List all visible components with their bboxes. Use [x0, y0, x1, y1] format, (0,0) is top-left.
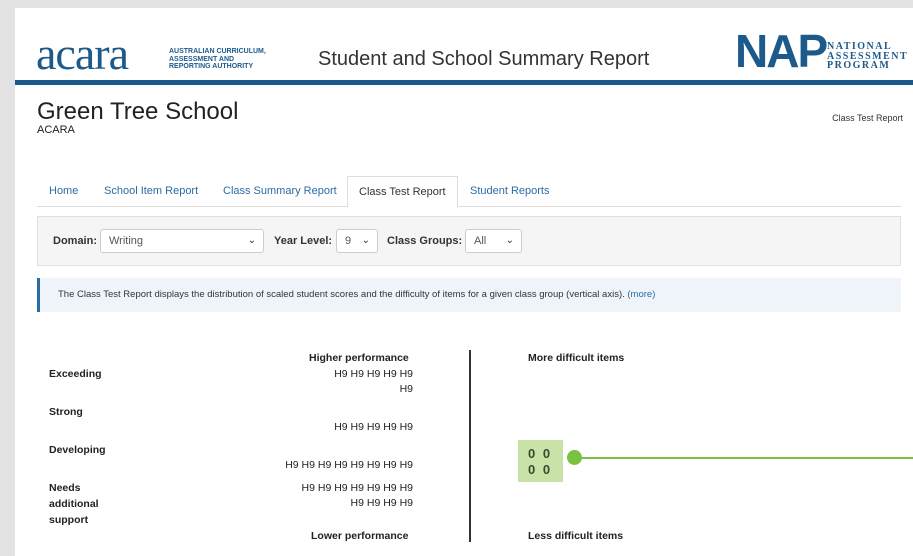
less-difficult-items-label: Less difficult items: [528, 530, 624, 542]
info-text: The Class Test Report displays the distr…: [58, 289, 625, 300]
breadcrumb: Class Test Report: [832, 113, 903, 123]
level-exceeding: Exceeding: [49, 368, 102, 380]
nap-sub-line: PROGRAM: [827, 60, 891, 71]
year-level-value: 9: [345, 235, 352, 247]
chevron-down-icon: ⌄: [505, 235, 514, 246]
year-level-select[interactable]: 9 ⌄: [336, 229, 378, 253]
class-groups-value: All: [474, 235, 487, 247]
level-line: Needs: [49, 482, 81, 494]
more-difficult-items-label: More difficult items: [528, 352, 625, 364]
class-groups-select[interactable]: All ⌄: [465, 229, 522, 253]
acara-logo-subtitle: AUSTRALIAN CURRICULUM, ASSESSMENT AND RE…: [169, 48, 266, 71]
item-marker-line: [580, 457, 913, 459]
lower-performance-label: Lower performance: [311, 530, 409, 542]
more-link[interactable]: (more): [627, 289, 655, 300]
acara-logo: acara: [36, 28, 129, 79]
report-tabs: Home School Item Report Class Summary Re…: [37, 176, 901, 208]
domain-value: Writing: [109, 235, 144, 247]
level-strong: Strong: [49, 406, 83, 418]
nap-logo: NAP: [735, 25, 828, 77]
score-row: H9 H9 H9 H9 H9: [334, 421, 413, 433]
score-row: H9 H9 H9 H9 H9 H9 H9: [301, 482, 413, 494]
domain-select[interactable]: Writing ⌄: [100, 229, 264, 253]
level-developing: Developing: [49, 444, 106, 456]
tab-school-item-report[interactable]: School Item Report: [104, 176, 198, 206]
report-title: Student and School Summary Report: [318, 48, 650, 70]
tab-student-reports[interactable]: Student Reports: [470, 176, 550, 206]
filter-bar: Domain: Writing ⌄ Year Level: 9 ⌄ Class …: [37, 216, 901, 266]
header-bar: acara AUSTRALIAN CURRICULUM, ASSESSMENT …: [15, 8, 913, 85]
acara-sub-line: AUSTRALIAN CURRICULUM,: [169, 48, 266, 55]
nap-logo-subtitle: NATIONAL ASSESSMENT PROGRAM: [827, 42, 908, 71]
tab-home[interactable]: Home: [49, 176, 78, 206]
acara-sub-line: ASSESSMENT AND: [169, 55, 235, 63]
higher-performance-label: Higher performance: [309, 352, 409, 364]
report-page: acara AUSTRALIAN CURRICULUM, ASSESSMENT …: [15, 8, 913, 556]
level-line: additional: [49, 498, 99, 510]
tab-class-test-report[interactable]: Class Test Report: [347, 176, 458, 208]
chevron-down-icon: ⌄: [247, 235, 256, 246]
score-row: H9 H9 H9 H9 H9: [334, 368, 413, 380]
score-row: H9: [399, 383, 413, 395]
tab-class-summary-report[interactable]: Class Summary Report: [223, 176, 337, 206]
chevron-down-icon: ⌄: [361, 235, 370, 246]
level-needs-additional-support: Needs additional support: [49, 480, 99, 528]
school-subtitle: ACARA: [37, 124, 75, 136]
item-cluster-row: 0 0: [528, 446, 553, 461]
level-line: support: [49, 514, 89, 526]
school-name: Green Tree School: [37, 98, 239, 125]
acara-sub-line: REPORTING AUTHORITY: [169, 63, 254, 70]
score-row: H9 H9 H9 H9 H9 H9 H9 H9: [285, 459, 413, 471]
score-row: H9 H9 H9 H9: [350, 497, 413, 509]
info-banner: The Class Test Report displays the distr…: [37, 278, 901, 312]
item-cluster-row: 0 0: [528, 462, 553, 477]
item-cluster[interactable]: 0 0 0 0: [518, 440, 563, 482]
class-groups-label: Class Groups:: [387, 235, 463, 247]
vertical-axis: [469, 350, 471, 542]
year-level-label: Year Level:: [274, 235, 333, 247]
domain-label: Domain:: [53, 235, 97, 247]
